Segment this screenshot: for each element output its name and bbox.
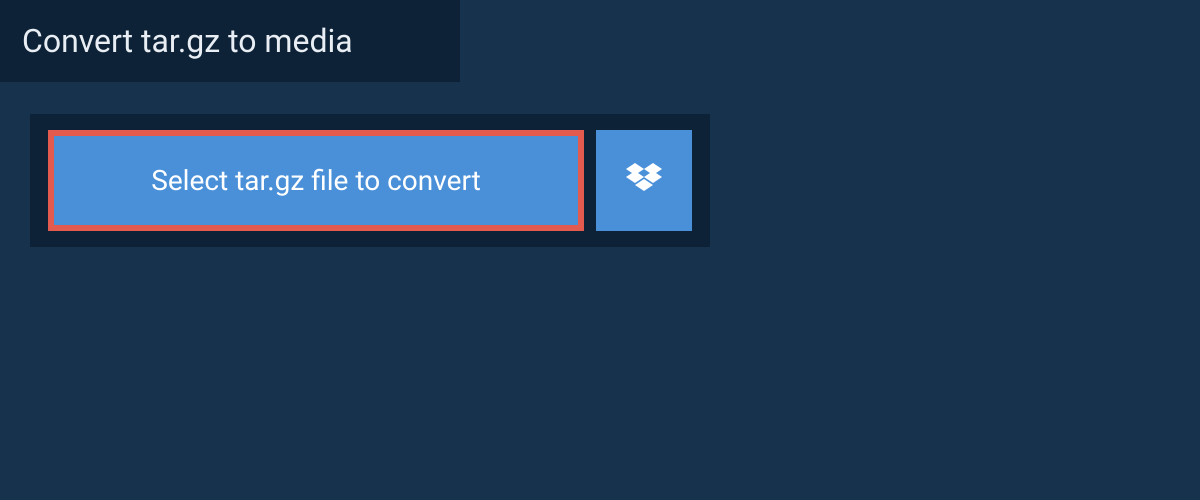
- upload-panel: Select tar.gz file to convert: [30, 114, 710, 247]
- select-file-button[interactable]: Select tar.gz file to convert: [48, 130, 584, 231]
- select-file-label: Select tar.gz file to convert: [151, 164, 481, 197]
- dropbox-button[interactable]: [596, 130, 692, 231]
- page-header-tab: Convert tar.gz to media: [0, 0, 460, 82]
- page-title: Convert tar.gz to media: [22, 22, 420, 60]
- dropbox-icon: [626, 163, 662, 199]
